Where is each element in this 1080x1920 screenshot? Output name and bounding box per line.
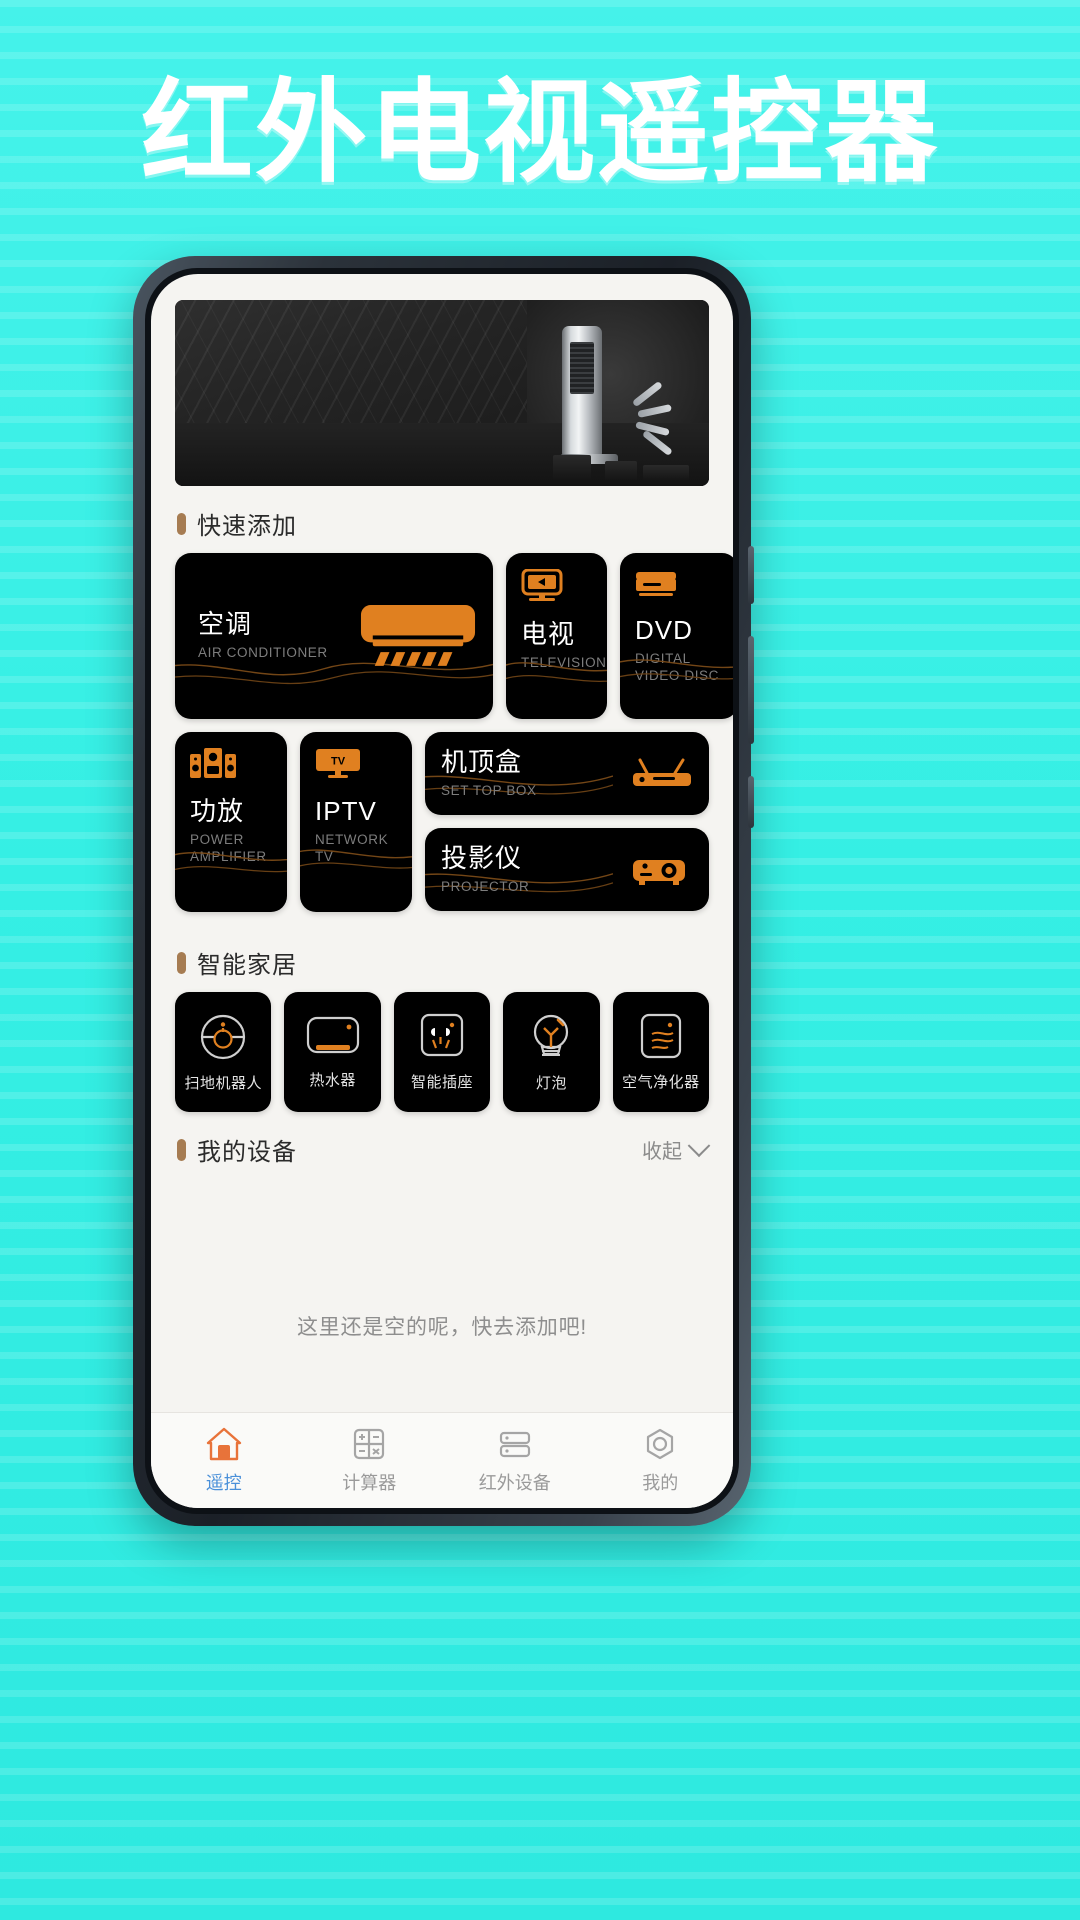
- card-title-en: DIGITAL VIDEO DISC: [635, 651, 720, 684]
- banner-block-b: [605, 461, 637, 481]
- section-marker-icon: [177, 951, 186, 974]
- quick-add-grid: 空调 AIR CONDITIONER 电视 TELEVISION DVD DIG…: [175, 553, 733, 925]
- phone-bezel: 快速添加 空调 AIR CONDITIONER 电视 TELEVISION DV…: [145, 268, 739, 1514]
- air-conditioner-icon: [360, 604, 476, 666]
- nav-label: 红外设备: [478, 1473, 551, 1493]
- card-title-cn: 功放: [190, 796, 245, 826]
- profile-icon: [647, 1428, 674, 1460]
- card-title-en: TELEVISION: [521, 655, 607, 671]
- card-title-en: POWER AMPLIFIER: [190, 832, 267, 865]
- smart-home-label: 扫地机器人: [184, 1075, 262, 1092]
- nav-item-ir-device[interactable]: 红外设备: [442, 1426, 588, 1495]
- light-bulb-icon: [534, 1014, 569, 1056]
- robot-vacuum-icon: [201, 1014, 246, 1060]
- banner-block-a: [553, 455, 591, 481]
- quick-add-card-projector[interactable]: 投影仪 PROJECTOR: [425, 828, 709, 911]
- smart-home-title: 智能家居: [197, 952, 297, 979]
- banner-block-c: [643, 465, 689, 481]
- decorative-plant: [631, 380, 688, 457]
- card-title-cn: IPTV: [315, 796, 377, 826]
- card-title-en: SET TOP BOX: [441, 782, 537, 798]
- air-purifier-icon: [640, 1013, 681, 1059]
- quick-add-card-dvd[interactable]: DVD DIGITAL VIDEO DISC: [620, 553, 733, 719]
- page-title: 红外电视遥控器: [141, 70, 939, 195]
- smart-home-grid: 扫地机器人 热水器 智能插座 灯泡 空气净化器: [175, 992, 710, 1112]
- card-title-en: NETWORK TV: [315, 832, 389, 865]
- smart-home-label: 灯泡: [535, 1075, 567, 1092]
- my-devices-section-header: 我的设备 收起: [177, 1132, 711, 1167]
- quick-add-row-2: 功放 POWER AMPLIFIER TV IPTV NETWORK TV 机顶…: [175, 732, 709, 912]
- projector-icon: [633, 859, 685, 885]
- quick-add-title: 快速添加: [197, 513, 297, 540]
- home-remote-icon: [206, 1427, 241, 1461]
- smart-home-section-header: 智能家居: [177, 945, 733, 980]
- nav-label: 计算器: [342, 1473, 397, 1493]
- chevron-down-icon: [687, 1133, 711, 1157]
- phone-volume-button: [748, 636, 754, 744]
- smart-home-label: 智能插座: [411, 1074, 474, 1091]
- smart-home-item-light-bulb[interactable]: 灯泡: [503, 992, 600, 1112]
- card-title-cn: 电视: [521, 619, 576, 649]
- empty-state-text: 这里还是空的呢，快去添加吧!: [296, 1316, 588, 1339]
- quick-add-card-television[interactable]: 电视 TELEVISION: [506, 553, 607, 719]
- quick-add-card-set-top-box[interactable]: 机顶盒 SET TOP BOX: [425, 732, 709, 815]
- nav-item-remote[interactable]: 遥控: [151, 1426, 297, 1495]
- smart-home-item-robot-vacuum[interactable]: 扫地机器人: [175, 992, 272, 1112]
- iptv-icon: TV: [316, 749, 360, 778]
- quick-add-right-column: 机顶盒 SET TOP BOX 投影仪 PROJECTOR: [425, 732, 709, 912]
- app-screen: 快速添加 空调 AIR CONDITIONER 电视 TELEVISION DV…: [151, 274, 733, 1508]
- smart-home-item-air-purifier[interactable]: 空气净化器: [612, 992, 710, 1112]
- card-title-cn: DVD: [635, 615, 693, 645]
- smart-home-label: 空气净化器: [622, 1074, 700, 1091]
- card-title-en: AIR CONDITIONER: [198, 645, 328, 661]
- section-marker-icon: [177, 512, 186, 535]
- tower-ac-unit: [562, 326, 603, 457]
- set-top-box-icon: [633, 758, 691, 786]
- collapse-label: 收起: [642, 1141, 682, 1163]
- smart-home-label: 热水器: [309, 1072, 356, 1089]
- promo-banner-image[interactable]: [175, 300, 709, 486]
- svg-text:TV: TV: [331, 756, 346, 768]
- quick-add-card-air-conditioner[interactable]: 空调 AIR CONDITIONER: [175, 553, 493, 719]
- phone-mockup: 快速添加 空调 AIR CONDITIONER 电视 TELEVISION DV…: [133, 256, 754, 1526]
- card-title-cn: 投影仪: [441, 842, 523, 873]
- card-title-en: PROJECTOR: [441, 878, 530, 894]
- nav-label: 遥控: [205, 1473, 242, 1493]
- nav-label: 我的: [642, 1473, 679, 1493]
- smart-home-item-water-heater[interactable]: 热水器: [284, 992, 381, 1112]
- quick-add-card-power-amplifier[interactable]: 功放 POWER AMPLIFIER: [175, 732, 287, 912]
- water-heater-icon: [306, 1016, 359, 1054]
- smart-home-item-smart-socket[interactable]: 智能插座: [393, 992, 491, 1112]
- quick-add-row-1: 空调 AIR CONDITIONER 电视 TELEVISION DVD DIG…: [175, 553, 733, 719]
- quick-add-section-header: 快速添加: [177, 506, 733, 541]
- smart-socket-icon: [420, 1013, 464, 1057]
- nav-item-calculator[interactable]: 计算器: [297, 1426, 443, 1495]
- card-title-cn: 空调: [198, 609, 253, 640]
- section-marker-icon: [177, 1138, 186, 1161]
- card-title-cn: 机顶盒: [441, 746, 523, 777]
- my-devices-title: 我的设备: [197, 1139, 297, 1166]
- nav-item-profile[interactable]: 我的: [588, 1426, 734, 1495]
- my-devices-empty-state: 这里还是空的呢，快去添加吧!: [151, 1179, 733, 1412]
- dvd-player-icon: [636, 572, 676, 596]
- ir-device-icon: [499, 1431, 530, 1458]
- calculator-icon: [354, 1428, 385, 1460]
- phone-side-button: [748, 546, 754, 604]
- quick-add-card-iptv[interactable]: TV IPTV NETWORK TV: [300, 732, 412, 912]
- hero-banner: 红外电视遥控器: [0, 66, 1080, 200]
- phone-power-button: [748, 776, 754, 828]
- collapse-toggle[interactable]: 收起: [642, 1133, 711, 1164]
- speaker-amplifier-icon: [190, 748, 236, 778]
- bottom-navigation-bar: 遥控 计算器 红外设备 我的: [151, 1412, 733, 1508]
- television-icon: [521, 568, 563, 601]
